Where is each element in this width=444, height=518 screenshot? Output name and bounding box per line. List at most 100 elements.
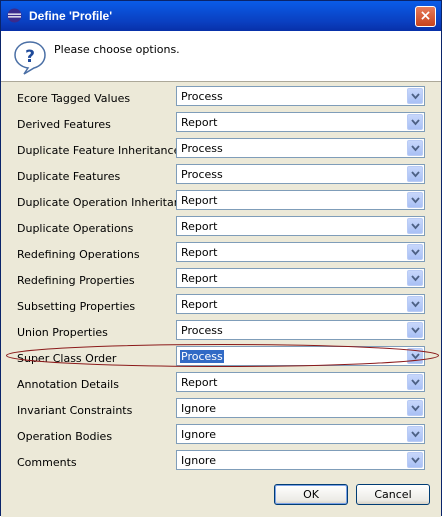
option-combo-value: Report [181, 220, 218, 233]
option-label: Subsetting Properties [17, 300, 136, 313]
option-label: Duplicate Feature Inheritance [17, 144, 181, 157]
option-label: Duplicate Operations [17, 222, 134, 235]
chevron-down-icon [411, 327, 420, 334]
chevron-down-icon [411, 275, 420, 282]
title-bar[interactable]: Define 'Profile' × [1, 1, 441, 31]
option-combo[interactable]: Process [176, 320, 425, 340]
option-combo[interactable]: Report [176, 216, 425, 236]
dropdown-button[interactable] [407, 296, 423, 312]
option-label: Duplicate Features [17, 170, 121, 183]
ok-button[interactable]: OK [274, 484, 348, 505]
chevron-down-icon [411, 145, 420, 152]
option-combo-value: Process [181, 90, 223, 103]
option-combo-value: Report [181, 246, 218, 259]
dropdown-button[interactable] [407, 166, 423, 182]
option-combo-value: Process [180, 350, 224, 363]
close-icon: × [419, 8, 432, 24]
header-message: Please choose options. [54, 43, 180, 56]
option-combo-value: Report [181, 194, 218, 207]
dropdown-button[interactable] [407, 140, 423, 156]
option-row: Comments Ignore [1, 448, 443, 474]
chevron-down-icon [411, 223, 420, 230]
option-combo-value: Process [181, 168, 223, 181]
options-panel: Ecore Tagged Values Process Derived Featur… [1, 82, 441, 475]
chevron-down-icon [411, 249, 420, 256]
option-label: Comments [17, 456, 77, 469]
dropdown-button[interactable] [407, 218, 423, 234]
option-combo-value: Process [181, 324, 223, 337]
dropdown-button[interactable] [407, 400, 423, 416]
option-label: Operation Bodies [17, 430, 113, 443]
option-combo-value: Report [181, 298, 218, 311]
option-row: Super Class Order Process [1, 344, 443, 370]
option-row: Redefining Properties Report [1, 266, 443, 292]
option-combo[interactable]: Report [176, 112, 425, 132]
window-title: Define 'Profile' [29, 9, 113, 23]
dropdown-button[interactable] [407, 374, 423, 390]
chevron-down-icon [411, 353, 420, 360]
chevron-down-icon [411, 171, 420, 178]
eclipse-app-icon [7, 8, 22, 23]
option-label: Duplicate Operation Inheritance [17, 196, 194, 209]
option-label: Union Properties [17, 326, 108, 339]
option-combo[interactable]: Report [176, 190, 425, 210]
option-row: Ecore Tagged Values Process [1, 84, 443, 110]
button-bar: OK Cancel [1, 475, 441, 517]
dropdown-button[interactable] [407, 452, 423, 468]
option-row: Duplicate Operations Report [1, 214, 443, 240]
option-row: Duplicate Operation Inheritance Report [1, 188, 443, 214]
close-button[interactable]: × [415, 6, 436, 27]
option-combo[interactable]: Process [176, 86, 425, 106]
option-combo-value: Process [181, 142, 223, 155]
option-combo-value: Ignore [181, 428, 216, 441]
option-label: Annotation Details [17, 378, 119, 391]
option-label: Ecore Tagged Values [17, 92, 131, 105]
dropdown-button[interactable] [407, 114, 423, 130]
dropdown-button[interactable] [407, 88, 423, 104]
option-combo-value: Report [181, 376, 218, 389]
option-combo[interactable]: Process [176, 138, 425, 158]
option-row: Invariant Constraints Ignore [1, 396, 443, 422]
option-row: Subsetting Properties Report [1, 292, 443, 318]
option-row: Union Properties Process [1, 318, 443, 344]
option-label: Redefining Operations [17, 248, 140, 261]
option-label: Derived Features [17, 118, 111, 131]
chevron-down-icon [411, 457, 420, 464]
option-row: Annotation Details Report [1, 370, 443, 396]
option-combo[interactable]: Report [176, 268, 425, 288]
option-combo[interactable]: Report [176, 294, 425, 314]
option-label: Redefining Properties [17, 274, 135, 287]
chevron-down-icon [411, 431, 420, 438]
dropdown-button[interactable] [407, 270, 423, 286]
option-label: Super Class Order [17, 352, 117, 365]
dropdown-button[interactable] [407, 244, 423, 260]
option-row: Duplicate Features Process [1, 162, 443, 188]
dropdown-button[interactable] [407, 322, 423, 338]
option-combo[interactable]: Ignore [176, 398, 425, 418]
chevron-down-icon [411, 119, 420, 126]
svg-text:?: ? [25, 47, 35, 67]
option-label: Invariant Constraints [17, 404, 133, 417]
dropdown-button[interactable] [407, 192, 423, 208]
option-combo-value: Ignore [181, 402, 216, 415]
option-combo[interactable]: Ignore [176, 424, 425, 444]
option-combo-value: Ignore [181, 454, 216, 467]
option-combo-value: Report [181, 116, 218, 129]
dialog-window: Define 'Profile' × ? Please choose optio… [0, 0, 442, 517]
option-combo[interactable]: Report [176, 372, 425, 392]
option-row: Duplicate Feature Inheritance Process [1, 136, 443, 162]
option-row: Operation Bodies Ignore [1, 422, 443, 448]
dropdown-button[interactable] [407, 348, 423, 364]
chevron-down-icon [411, 405, 420, 412]
dropdown-button[interactable] [407, 426, 423, 442]
option-combo[interactable]: Ignore [176, 450, 425, 470]
option-combo[interactable]: Report [176, 242, 425, 262]
chevron-down-icon [411, 379, 420, 386]
option-combo-value: Report [181, 272, 218, 285]
option-row: Redefining Operations Report [1, 240, 443, 266]
chevron-down-icon [411, 197, 420, 204]
option-combo[interactable]: Process [176, 164, 425, 184]
cancel-button[interactable]: Cancel [356, 484, 430, 505]
option-combo[interactable]: Process [176, 346, 425, 366]
chevron-down-icon [411, 93, 420, 100]
